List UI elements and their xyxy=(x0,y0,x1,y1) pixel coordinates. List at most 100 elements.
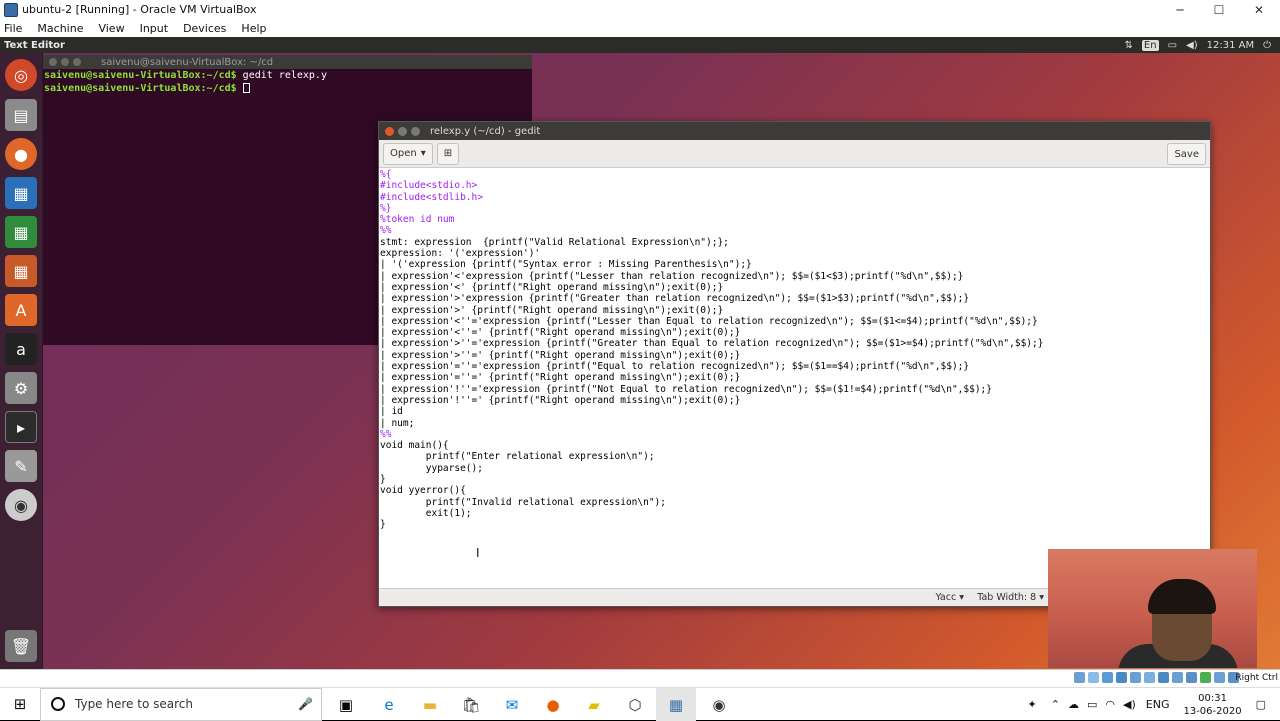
code-line: } xyxy=(380,519,386,531)
minimize-button[interactable]: ─ xyxy=(1160,0,1200,19)
menu-view[interactable]: View xyxy=(98,22,124,35)
battery-tray-icon[interactable]: ▭ xyxy=(1087,698,1097,711)
terminal-cursor xyxy=(242,83,250,93)
code-line: yyparse(); xyxy=(380,462,483,474)
taskbar-clock[interactable]: 00:31 13-06-2020 xyxy=(1183,692,1241,718)
microphone-icon[interactable]: 🎤 xyxy=(298,697,313,711)
store-icon[interactable]: 🛍 xyxy=(451,688,491,721)
code-line: | expression'<''='expression {printf("Le… xyxy=(380,315,1038,327)
keyboard-language-indicator[interactable]: En xyxy=(1141,39,1159,51)
close-button[interactable]: ✕ xyxy=(1239,0,1279,19)
software-center-icon[interactable]: A xyxy=(5,294,37,326)
onedrive-icon[interactable]: ☁ xyxy=(1068,698,1079,711)
code-line: void yyerror(){ xyxy=(380,485,466,497)
sticky-notes-icon[interactable]: ▰ xyxy=(574,688,614,721)
gedit-title-bar: relexp.y (~/cd) - gedit xyxy=(379,122,1210,140)
windows-start-icon[interactable]: ⊞ xyxy=(0,688,40,721)
system-settings-icon[interactable]: ⚙ xyxy=(5,372,37,404)
vbox-menu-bar: File Machine View Input Devices Help xyxy=(0,19,1280,38)
libreoffice-impress-icon[interactable]: ▦ xyxy=(5,255,37,287)
menu-help[interactable]: Help xyxy=(241,22,266,35)
search-box[interactable]: Type here to search 🎤 xyxy=(40,687,322,721)
code-line: | expression'<'expression {printf("Lesse… xyxy=(380,270,964,282)
shared-folders-icon[interactable] xyxy=(1144,672,1155,683)
terminal-line: saivenu@saivenu-VirtualBox:~/cd$ xyxy=(43,82,532,95)
show-hidden-icons[interactable]: ⌃ xyxy=(1051,698,1060,711)
firefox-taskbar-icon[interactable]: ● xyxy=(533,688,573,721)
text-editor-icon[interactable]: ✎ xyxy=(5,450,37,482)
gedit-window-controls[interactable] xyxy=(385,126,420,136)
wifi-icon[interactable]: ◠ xyxy=(1105,698,1115,711)
tab-width-selector[interactable]: Tab Width: 8 ▾ xyxy=(977,592,1044,603)
mouse-integration-icon[interactable] xyxy=(1200,672,1211,683)
code-line: stmt: expression {printf("Valid Relation… xyxy=(380,236,729,248)
storage-icon[interactable] xyxy=(1074,672,1085,683)
display-icon[interactable] xyxy=(1158,672,1169,683)
virtualbox-taskbar-icon[interactable]: ▦ xyxy=(656,688,696,721)
edge-icon[interactable]: e xyxy=(369,688,409,721)
code-editor[interactable]: %{#include<stdio.h> #include<stdlib.h>%}%… xyxy=(379,169,1210,589)
dash-home-icon[interactable]: ◎ xyxy=(5,59,37,91)
terminal-line: saivenu@saivenu-VirtualBox:~/cd$ gedit r… xyxy=(44,70,327,81)
panel-clock[interactable]: 12:31 AM xyxy=(1207,40,1254,51)
save-button[interactable]: Save xyxy=(1167,143,1206,165)
files-icon[interactable]: ▤ xyxy=(5,99,37,131)
network-icon[interactable] xyxy=(1116,672,1127,683)
terminal-window-controls[interactable] xyxy=(49,58,81,66)
code-line: expression: '('expression')' xyxy=(380,248,541,260)
text-cursor-icon: I xyxy=(476,546,480,560)
terminal-icon[interactable]: ▸ xyxy=(5,411,37,443)
gedit-window[interactable]: relexp.y (~/cd) - gedit Open ▾ ⊞ Save %{#… xyxy=(378,121,1211,607)
volume-icon[interactable]: ◀) xyxy=(1186,40,1198,51)
speaker-icon[interactable]: ◀) xyxy=(1123,698,1136,711)
vbox-title-bar: ubuntu-2 [Running] - Oracle VM VirtualBo… xyxy=(0,0,1280,19)
menu-file[interactable]: File xyxy=(4,22,22,35)
mail-icon[interactable]: ✉ xyxy=(492,688,532,721)
new-tab-button[interactable]: ⊞ xyxy=(436,142,460,165)
language-selector[interactable]: Yacc ▾ xyxy=(935,592,964,603)
dvd-icon[interactable]: ◉ xyxy=(5,489,37,521)
windows-taskbar: ⊞ Type here to search 🎤 ▣ e ▬ 🛍 ✉ ● ▰ ⬡ … xyxy=(0,687,1280,721)
libreoffice-writer-icon[interactable]: ▦ xyxy=(5,177,37,209)
optical-drive-icon[interactable] xyxy=(1088,672,1099,683)
obs-icon[interactable]: ◉ xyxy=(699,688,739,721)
code-line: | expression'!''=' {printf("Right operan… xyxy=(380,394,741,406)
battery-icon[interactable]: ▭ xyxy=(1168,40,1177,51)
menu-devices[interactable]: Devices xyxy=(183,22,226,35)
file-explorer-icon[interactable]: ▬ xyxy=(410,688,450,721)
task-view-icon[interactable]: ▣ xyxy=(326,688,366,721)
audio-icon[interactable] xyxy=(1102,672,1113,683)
menu-machine[interactable]: Machine xyxy=(37,22,83,35)
code-line: | expression'!''='expression {printf("No… xyxy=(380,383,992,395)
cube-app-icon[interactable]: ⬡ xyxy=(615,688,655,721)
cpu-icon[interactable] xyxy=(1186,672,1197,683)
virtualbox-logo-icon xyxy=(4,2,18,17)
menu-input[interactable]: Input xyxy=(140,22,168,35)
ubuntu-top-panel: Text Editor ⇅ En ▭ ◀) 12:31 AM ⏻ xyxy=(0,37,1280,53)
keyboard-icon[interactable] xyxy=(1214,672,1225,683)
power-icon[interactable]: ⏻ xyxy=(1263,40,1271,51)
open-button[interactable]: Open ▾ xyxy=(383,142,433,165)
new-document-icon: ⊞ xyxy=(443,148,453,159)
notifications-icon[interactable]: ▢ xyxy=(1256,698,1266,711)
code-line: %token id num xyxy=(380,214,455,226)
code-line: %} xyxy=(380,202,392,214)
network-transfer-icon[interactable]: ⇅ xyxy=(1125,40,1133,51)
webcam-overlay xyxy=(1048,549,1257,668)
code-line: %% xyxy=(380,225,392,237)
people-icon[interactable]: ✦ xyxy=(1028,698,1037,711)
language-indicator[interactable]: ENG xyxy=(1146,698,1170,711)
recording-icon[interactable] xyxy=(1172,672,1183,683)
amazon-icon[interactable]: a xyxy=(5,333,37,365)
firefox-icon[interactable]: ● xyxy=(5,138,37,170)
code-line: | expression'>' {printf("Right operand m… xyxy=(380,304,724,316)
code-line: | expression'>'expression {printf("Great… xyxy=(380,293,970,305)
code-line: exit(1); xyxy=(380,507,472,519)
code-line: printf("Invalid relational expression\n"… xyxy=(380,496,666,508)
maximize-button[interactable]: ☐ xyxy=(1199,0,1239,19)
code-line: | expression'<' {printf("Right operand m… xyxy=(380,281,724,293)
trash-icon[interactable]: 🗑 xyxy=(5,630,37,662)
libreoffice-calc-icon[interactable]: ▦ xyxy=(5,216,37,248)
usb-icon[interactable] xyxy=(1130,672,1141,683)
code-line: void main(){ xyxy=(380,440,449,452)
